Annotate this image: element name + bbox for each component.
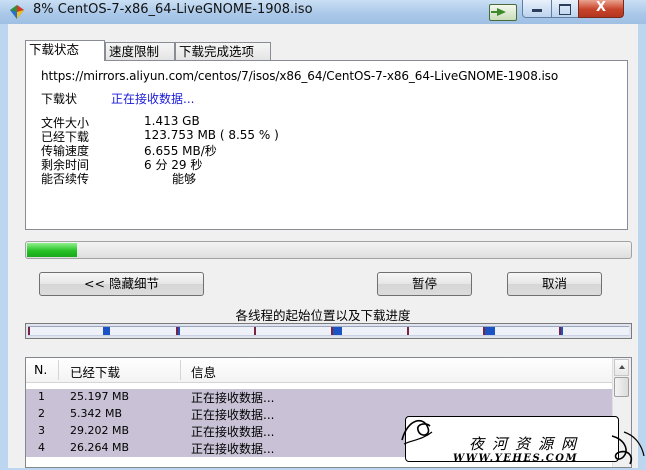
- thread-progress-segment: [103, 327, 110, 335]
- threads-title: 各线程的起始位置以及下载进度: [235, 308, 411, 323]
- thread-start-marker: [28, 327, 30, 335]
- tab-download-status[interactable]: 下载状态: [25, 40, 105, 61]
- tab-completion-options[interactable]: 下载完成选项: [175, 42, 271, 60]
- minimize-icon: [532, 9, 542, 12]
- thread-progress-track: [28, 326, 629, 336]
- column-header-n[interactable]: N.: [34, 362, 47, 377]
- window-client: 下载状态 速度限制 下载完成选项 https://mirrors.aliyun.…: [8, 24, 638, 468]
- title-bar[interactable]: 8% CentOS-7-x86_64-LiveGNOME-1908.iso X: [0, 0, 646, 24]
- flourish-left-icon: [401, 419, 433, 445]
- file-size-value: 1.413 GB: [144, 114, 200, 128]
- thread-progress-segment: [561, 327, 563, 335]
- thread-progress-segment: [485, 327, 495, 335]
- thread-start-marker: [254, 327, 256, 335]
- scroll-thumb[interactable]: [614, 377, 629, 397]
- status-label: 下载状: [41, 92, 78, 106]
- table-row[interactable]: 1 25.197 MB 正在接收数据...: [26, 389, 613, 406]
- status-value: 正在接收数据...: [111, 92, 195, 106]
- column-header-downloaded[interactable]: 已经下载: [70, 362, 120, 381]
- arrow-right-icon: [491, 8, 506, 16]
- thread-progress-segment: [333, 327, 342, 335]
- maximize-button[interactable]: [551, 0, 579, 18]
- hide-details-button[interactable]: << 隐藏细节: [39, 272, 204, 296]
- column-header-info[interactable]: 信息: [191, 362, 216, 381]
- close-button[interactable]: X: [578, 0, 624, 18]
- watermark: 夜河资源网 WWW.YEHES.COM: [398, 410, 646, 470]
- close-icon: X: [595, 0, 607, 15]
- watermark-url: WWW.YEHES.COM: [453, 453, 579, 464]
- watermark-title: 夜河资源网: [469, 435, 585, 453]
- transfer-mode-button[interactable]: [489, 4, 517, 21]
- window-title: 8% CentOS-7-x86_64-LiveGNOME-1908.iso: [33, 2, 313, 17]
- cancel-button[interactable]: 取消: [507, 272, 602, 296]
- thread-start-marker: [407, 327, 409, 335]
- thread-progress-bar: [25, 323, 632, 339]
- resume-label: 能否续传: [41, 172, 90, 186]
- pause-button[interactable]: 暂停: [377, 272, 472, 296]
- minimize-button[interactable]: [522, 0, 552, 18]
- thread-list-header: N. 已经下载 信息: [26, 358, 613, 383]
- download-url: https://mirrors.aliyun.com/centos/7/isos…: [41, 69, 559, 83]
- flourish-right-icon: [611, 431, 645, 465]
- download-progress-fill: [27, 243, 77, 257]
- downloaded-value: 123.753 MB ( 8.55 % ): [144, 128, 279, 142]
- download-progress-bar: [25, 241, 632, 259]
- scroll-up-button[interactable]: [614, 359, 629, 376]
- status-panel: https://mirrors.aliyun.com/centos/7/isos…: [25, 60, 628, 230]
- tab-speed-limit[interactable]: 速度限制: [105, 42, 175, 60]
- maximize-icon: [559, 4, 571, 15]
- download-manager-icon: [10, 5, 24, 19]
- thread-progress-segment: [178, 327, 180, 335]
- resume-value: 能够: [172, 172, 197, 186]
